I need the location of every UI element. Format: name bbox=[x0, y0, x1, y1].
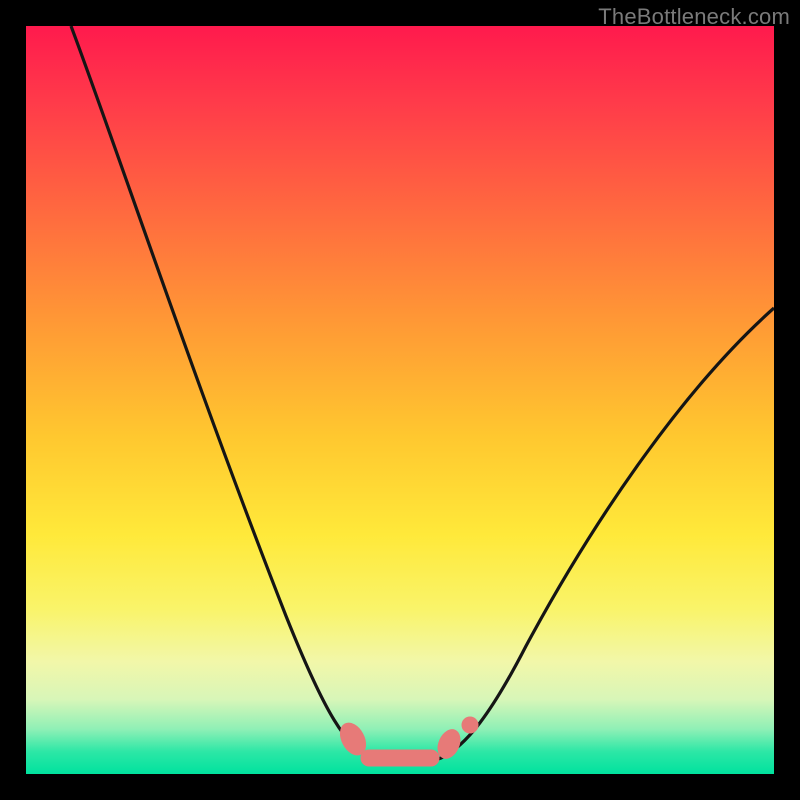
chart-frame: TheBottleneck.com bbox=[0, 0, 800, 800]
bottleneck-curve bbox=[26, 26, 774, 774]
curve-path bbox=[71, 26, 774, 763]
plot-area bbox=[26, 26, 774, 774]
optimal-zone-blob bbox=[335, 717, 478, 766]
